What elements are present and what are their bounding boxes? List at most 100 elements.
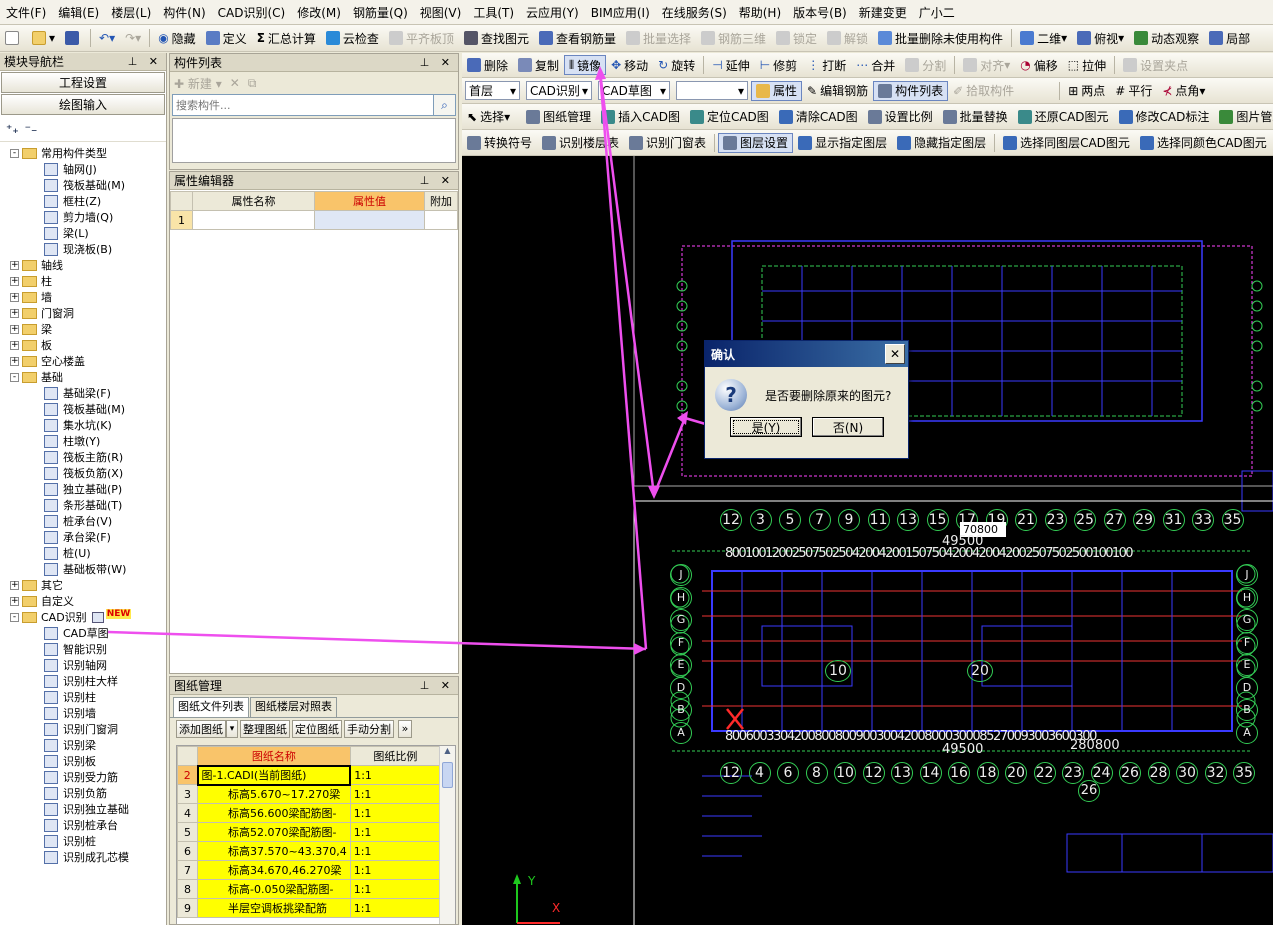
drawing-scale-cell[interactable]: 1:1 xyxy=(349,879,442,899)
menu-item[interactable]: CAD识别(C) xyxy=(212,4,292,21)
drawing-name-cell[interactable]: 半层空调板挑梁配筋 xyxy=(197,898,351,918)
drawing-scale-cell[interactable]: 1:1 xyxy=(349,765,442,785)
cad-recog-select[interactable]: CAD识别 ▾ xyxy=(526,81,592,100)
batch-select-button[interactable]: 批量选择 xyxy=(621,28,696,48)
recog-door-window-button[interactable]: 识别门窗表 xyxy=(624,133,711,153)
tree-item[interactable]: 柱墩(Y) xyxy=(10,433,166,449)
collapse-icon[interactable]: - xyxy=(10,612,19,622)
drawing-row[interactable]: 9 半层空调板挑梁配筋 1:1 xyxy=(177,898,442,918)
tree-item[interactable]: 梁(L) xyxy=(10,225,166,241)
tree-folder[interactable]: + 板 xyxy=(10,337,166,353)
tree-item[interactable]: 基础板带(W) xyxy=(10,561,166,577)
drawing-name-cell[interactable]: 标高56.600梁配筋图- xyxy=(197,803,351,823)
menu-item[interactable]: 构件(N) xyxy=(157,4,211,21)
tree-folder[interactable]: + 柱 xyxy=(10,273,166,289)
menu-item[interactable]: 帮助(H) xyxy=(733,4,787,21)
modify-cad-label-button[interactable]: 修改CAD标注 xyxy=(1114,107,1215,127)
local-button[interactable]: 局部 xyxy=(1204,28,1255,48)
drawing-scale-cell[interactable]: 1:1 xyxy=(349,803,442,823)
expand-icon[interactable]: + xyxy=(10,324,19,334)
manual-split-button[interactable]: 手动分割 xyxy=(344,719,394,738)
menu-item[interactable]: 广小二 xyxy=(913,4,961,21)
expand-icon[interactable]: + xyxy=(10,260,19,270)
tree-folder[interactable]: - 基础 xyxy=(10,369,166,385)
tree-item[interactable]: 独立基础(P) xyxy=(10,481,166,497)
cloud-check-button[interactable]: 云检查 xyxy=(321,28,384,48)
redo-icon[interactable]: ↷▾ xyxy=(120,28,146,48)
show-layer-button[interactable]: 显示指定图层 xyxy=(793,133,892,153)
drawing-input-button[interactable]: 绘图输入 xyxy=(1,94,165,115)
hide-button[interactable]: ◉ 隐藏 xyxy=(153,28,201,48)
tree-item[interactable]: 承台梁(F) xyxy=(10,529,166,545)
drawing-scale-cell[interactable]: 1:1 xyxy=(349,784,442,804)
open-file-icon[interactable]: ▾ xyxy=(27,28,60,48)
top-view-dropdown[interactable]: 俯视 ▾ xyxy=(1072,28,1129,48)
property-button[interactable]: 属性 xyxy=(751,80,803,101)
tab-floor-mapping[interactable]: 图纸楼层对照表 xyxy=(250,697,337,717)
tree-item[interactable]: 识别独立基础 xyxy=(10,801,166,817)
edit-rebar-button[interactable]: ✎ 编辑钢筋 xyxy=(802,81,873,101)
cad-draft-select[interactable]: CAD草图 ▾ xyxy=(598,81,670,100)
drawing-scale-cell[interactable]: 1:1 xyxy=(349,898,442,918)
set-grip-button[interactable]: 设置夹点 xyxy=(1118,55,1193,75)
project-settings-button[interactable]: 工程设置 xyxy=(1,72,165,93)
property-extra-cell[interactable] xyxy=(424,210,458,230)
mirror-button[interactable]: ⫴ 镜像 xyxy=(564,55,607,75)
drawing-row[interactable]: 5 标高52.070梁配筋图- 1:1 xyxy=(177,822,442,842)
add-drawing-button[interactable]: 添加图纸 xyxy=(176,719,226,738)
convert-symbol-button[interactable]: 转换符号 xyxy=(462,133,537,153)
drawing-scale-cell[interactable]: 1:1 xyxy=(349,860,442,880)
trim-button[interactable]: ⊢ 修剪 xyxy=(755,55,802,75)
tree-item[interactable]: 集水坑(K) xyxy=(10,417,166,433)
tree-item[interactable]: 识别板 xyxy=(10,753,166,769)
menu-item[interactable]: 编辑(E) xyxy=(52,4,105,21)
tree-folder[interactable]: - CAD识别 NEW xyxy=(10,609,166,625)
tree-folder[interactable]: + 空心楼盖 xyxy=(10,353,166,369)
pick-component-button[interactable]: ✐ 拾取构件 xyxy=(948,81,1019,101)
tree-folder[interactable]: + 其它 xyxy=(10,577,166,593)
collapse-icon[interactable]: - xyxy=(10,372,19,382)
define-button[interactable]: 定义 xyxy=(201,28,252,48)
tree-item[interactable]: 识别桩 xyxy=(10,833,166,849)
no-button[interactable]: 否(N) xyxy=(812,417,884,437)
tree-item[interactable]: 智能识别 xyxy=(10,641,166,657)
tree-item[interactable]: 轴网(J) xyxy=(10,161,166,177)
batch-replace-button[interactable]: 批量替换 xyxy=(938,107,1013,127)
drawing-mgmt-button[interactable]: 图纸管理 xyxy=(521,107,596,127)
drawing-name-cell[interactable]: 标高-0.050梁配筋图- xyxy=(197,879,351,899)
menu-item[interactable]: 文件(F) xyxy=(0,4,52,21)
tree-item[interactable]: 识别负筋 xyxy=(10,785,166,801)
tree-item[interactable]: 桩承台(V) xyxy=(10,513,166,529)
property-name-cell[interactable] xyxy=(192,210,315,230)
view-2d-dropdown[interactable]: 二维 ▾ xyxy=(1015,28,1072,48)
parallel-button[interactable]: # 平行 xyxy=(1110,81,1157,101)
expand-icon[interactable]: + xyxy=(10,292,19,302)
menu-item[interactable]: 修改(M) xyxy=(291,4,347,21)
copy-icon[interactable]: ⧉ xyxy=(248,76,257,91)
panel-pin-close-icons[interactable]: ⊥ ✕ xyxy=(420,174,454,187)
tree-item[interactable]: 框柱(Z) xyxy=(10,193,166,209)
expand-icon[interactable]: + xyxy=(10,340,19,350)
drawing-row[interactable]: 7 标高34.670,46.270梁 1:1 xyxy=(177,860,442,880)
hide-layer-button[interactable]: 隐藏指定图层 xyxy=(892,133,991,153)
tree-item[interactable]: 识别梁 xyxy=(10,737,166,753)
menu-item[interactable]: 版本号(B) xyxy=(787,4,853,21)
tree-item[interactable]: 条形基础(T) xyxy=(10,497,166,513)
tree-item[interactable]: 识别受力筋 xyxy=(10,769,166,785)
tree-item[interactable]: 识别门窗洞 xyxy=(10,721,166,737)
select-button[interactable]: ⬉ 选择 ▾ xyxy=(462,107,515,127)
drawing-name-cell[interactable]: 图-1.CADI(当前图纸) xyxy=(196,764,352,786)
move-button[interactable]: ✥ 移动 xyxy=(606,55,653,75)
menu-item[interactable]: 在线服务(S) xyxy=(656,4,733,21)
cad-canvas[interactable]: 12 3 5 7 9 11 13 15 17 19 21 23 25 27 29 31 33 35 8001001… xyxy=(462,156,1273,925)
split-button[interactable]: 分割 xyxy=(900,55,951,75)
rotate-button[interactable]: ↻ 旋转 xyxy=(653,55,700,75)
insert-cad-button[interactable]: 插入CAD图 xyxy=(596,107,685,127)
panel-pin-close-icons[interactable]: ⊥ ✕ xyxy=(420,679,454,692)
add-drawing-dropdown-icon[interactable]: ▾ xyxy=(226,719,238,738)
batch-delete-button[interactable]: 批量删除未使用构件 xyxy=(873,28,1008,48)
floor-select[interactable]: 首层 ▾ xyxy=(465,81,520,100)
drawing-scale-cell[interactable]: 1:1 xyxy=(349,841,442,861)
tree-item[interactable]: 识别墙 xyxy=(10,705,166,721)
tree-item[interactable]: 识别桩承台 xyxy=(10,817,166,833)
